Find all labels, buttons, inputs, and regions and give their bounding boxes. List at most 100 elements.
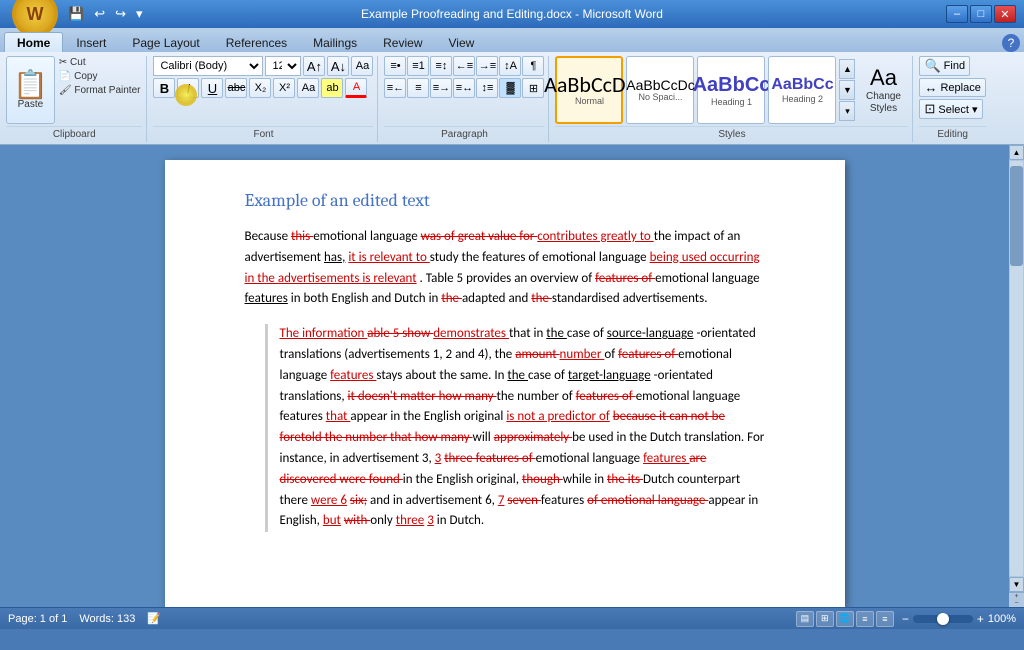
paragraph-label: Paragraph	[384, 126, 544, 140]
zoom-in-button[interactable]: +	[977, 612, 984, 626]
tab-view[interactable]: View	[436, 32, 488, 52]
p1-s5: contributes greatly to	[537, 229, 653, 244]
decrease-indent-button[interactable]: ←≡	[453, 56, 475, 76]
full-screen-btn[interactable]: ⊞	[816, 611, 834, 627]
proofing-icon: 📝	[147, 612, 161, 625]
document-page[interactable]: Example of an edited text Because this e…	[165, 160, 845, 607]
close-button[interactable]: ✕	[994, 5, 1016, 23]
select-button[interactable]: ⊡ Select ▾	[919, 99, 982, 119]
font-name-row: Calibri (Body) 12 A↑ A↓ Aa	[153, 56, 373, 76]
underline-button[interactable]: U	[201, 78, 223, 98]
p2-s32: three features of	[444, 451, 535, 466]
change-styles-button[interactable]: Aa ChangeStyles	[858, 63, 908, 117]
shrink-font-button[interactable]: A↓	[327, 56, 349, 76]
numbered-list-button[interactable]: ≡1	[407, 56, 429, 76]
p1-s18: the	[531, 291, 552, 306]
format-painter-button[interactable]: 🖌 Format Painter	[57, 84, 143, 97]
p2-s17: case of	[528, 368, 568, 383]
maximize-button[interactable]: □	[970, 5, 992, 23]
tab-review[interactable]: Review	[370, 32, 435, 52]
scroll-thumb[interactable]	[1010, 166, 1023, 266]
bold-button[interactable]: B	[153, 78, 175, 98]
tab-mailings[interactable]: Mailings	[300, 32, 370, 52]
undo-quick-btn[interactable]: ↩	[90, 4, 109, 24]
superscript-button[interactable]: X²	[273, 78, 295, 98]
vertical-scrollbar[interactable]: ▲ ▼ + −	[1009, 145, 1024, 607]
font-family-select[interactable]: Calibri (Body)	[153, 56, 263, 76]
tab-references[interactable]: References	[213, 32, 300, 52]
ribbon-help-btn[interactable]: ?	[1002, 34, 1020, 52]
font-size-select[interactable]: 12	[265, 56, 301, 76]
zoom-control[interactable]: − + 100%	[902, 612, 1016, 626]
document-title: Example of an edited text	[245, 190, 765, 211]
cut-button[interactable]: ✂ Cut	[57, 56, 143, 69]
copy-button[interactable]: 📄 Copy	[57, 70, 143, 83]
find-button[interactable]: 🔍 Find	[919, 56, 970, 76]
scroll-size-buttons: + −	[1009, 592, 1024, 607]
p1-s9: study the features of emotional language	[430, 250, 650, 265]
doc-scroll-area[interactable]: Example of an edited text Because this e…	[0, 145, 1009, 607]
select-icon: ⊡	[924, 101, 935, 117]
justify-button[interactable]: ≡↔	[453, 78, 475, 98]
shading-button[interactable]: ▓	[499, 78, 521, 98]
styles-scroll-more[interactable]: ▾	[839, 101, 855, 121]
style-nospace-box[interactable]: AaBbCcDc No Spaci...	[626, 56, 694, 124]
align-right-button[interactable]: ≡→	[430, 78, 452, 98]
scroll-increase-btn[interactable]: +	[1014, 593, 1018, 600]
change-case-button[interactable]: Aa	[297, 78, 319, 98]
p2-s53: only	[370, 513, 396, 528]
style-h1-preview: AaBbCc	[693, 74, 771, 97]
subscript-button[interactable]: X₂	[249, 78, 271, 98]
scroll-decrease-btn[interactable]: −	[1014, 600, 1018, 607]
zoom-slider[interactable]	[913, 615, 973, 623]
draft-btn[interactable]: ≡	[876, 611, 894, 627]
web-layout-btn[interactable]: 🌐	[836, 611, 854, 627]
find-icon: 🔍	[924, 58, 940, 74]
minimize-button[interactable]: –	[946, 5, 968, 23]
tab-home[interactable]: Home	[4, 32, 63, 52]
show-marks-button[interactable]: ¶	[522, 56, 544, 76]
clear-format-button[interactable]: Aa	[351, 56, 373, 76]
align-left-button[interactable]: ≡←	[384, 78, 406, 98]
editing-content: 🔍 Find ↔ Replace ⊡ Select ▾	[919, 56, 985, 124]
paste-button[interactable]: 📋 Paste	[6, 56, 55, 124]
grow-font-button[interactable]: A↑	[303, 56, 325, 76]
paragraph-content: ≡• ≡1 ≡↕ ←≡ →≡ ↕A ¶ ≡← ≡ ≡→ ≡↔ ↕≡ ▓ ⊞	[384, 56, 544, 124]
scroll-down-button[interactable]: ▼	[1009, 577, 1024, 592]
print-layout-btn[interactable]: ▤	[796, 611, 814, 627]
customize-quick-btn[interactable]: ▾	[132, 4, 147, 24]
redo-quick-btn[interactable]: ↪	[111, 4, 130, 24]
outline-btn[interactable]: ≡	[856, 611, 874, 627]
scroll-track[interactable]	[1010, 161, 1023, 576]
paragraph-2: The information able 5 show demonstrates…	[265, 324, 765, 532]
save-quick-btn[interactable]: 💾	[64, 4, 88, 24]
style-h2-box[interactable]: AaBbCc Heading 2	[768, 56, 836, 124]
p1-s11: . Table 5 provides an overview of	[420, 271, 596, 286]
p2-s18: target-language	[568, 368, 651, 383]
clipboard-sub-buttons: ✂ Cut 📄 Copy 🖌 Format Painter	[57, 56, 143, 124]
word-count: Words: 133	[79, 613, 135, 625]
scroll-up-button[interactable]: ▲	[1009, 145, 1024, 160]
align-center-button[interactable]: ≡	[407, 78, 429, 98]
line-spacing-button[interactable]: ↕≡	[476, 78, 498, 98]
sort-button[interactable]: ↕A	[499, 56, 521, 76]
highlight-button[interactable]: ab	[321, 78, 343, 98]
p2-s25: appear in the English original	[350, 409, 506, 424]
style-h1-box[interactable]: AaBbCc Heading 1	[697, 56, 765, 124]
replace-button[interactable]: ↔ Replace	[919, 78, 985, 97]
strikethrough-button[interactable]: abc	[225, 78, 247, 98]
bullet-list-button[interactable]: ≡•	[384, 56, 406, 76]
style-normal-label: Normal	[575, 96, 604, 106]
styles-scroll-up[interactable]: ▲	[839, 59, 855, 79]
para-row-1: ≡• ≡1 ≡↕ ←≡ →≡ ↕A ¶	[384, 56, 544, 76]
borders-button[interactable]: ⊞	[522, 78, 544, 98]
multilevel-list-button[interactable]: ≡↕	[430, 56, 452, 76]
increase-indent-button[interactable]: →≡	[476, 56, 498, 76]
zoom-out-button[interactable]: −	[902, 612, 909, 626]
styles-scroll-down[interactable]: ▼	[839, 80, 855, 100]
tab-page-layout[interactable]: Page Layout	[119, 32, 212, 52]
style-normal-box[interactable]: AaBbCcDc Normal	[555, 56, 623, 124]
p1-s8: it is relevant to	[348, 250, 429, 265]
tab-insert[interactable]: Insert	[63, 32, 119, 52]
font-color-button[interactable]: A	[345, 78, 367, 98]
